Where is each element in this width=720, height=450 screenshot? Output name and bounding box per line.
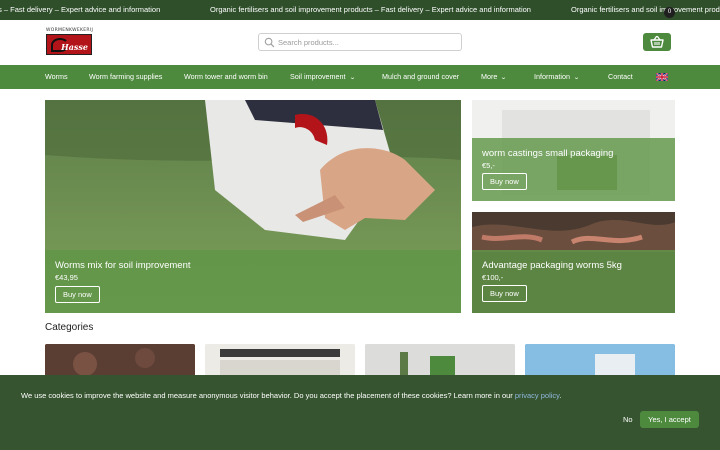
chevron-down-icon: ⌄ — [348, 75, 356, 81]
search-box — [258, 33, 462, 51]
buy-now-button[interactable]: Buy now — [482, 173, 527, 190]
privacy-policy-link[interactable]: privacy policy — [515, 391, 559, 400]
logo-emblem: Hasse — [46, 34, 92, 55]
card-price: €100,- — [482, 273, 504, 282]
basket-icon — [650, 35, 664, 48]
cart-count-badge: 0 — [664, 7, 675, 18]
search-icon — [264, 37, 275, 48]
featured-card-worms-mix[interactable]: Worms mix for soil improvement €43,95 Bu… — [45, 100, 461, 313]
nav-item-worms[interactable]: Worms — [45, 72, 68, 81]
cookie-text: We use cookies to improve the website an… — [21, 391, 515, 400]
nav-label: Contact — [608, 72, 633, 81]
featured-card-worm-castings[interactable]: worm castings small packaging €5,- Buy n… — [472, 100, 675, 201]
site-header: WORMENKWEKERIJ Hasse — [0, 20, 720, 65]
nav-item-worm-tower[interactable]: Worm tower and worm bin — [184, 72, 268, 81]
cookie-accept-button[interactable]: Yes, I accept — [640, 411, 699, 428]
cookie-message: We use cookies to improve the website an… — [21, 391, 561, 400]
featured-card-worms-5kg[interactable]: Advantage packaging worms 5kg €100,- Buy… — [472, 212, 675, 313]
card-price: €43,95 — [55, 273, 78, 282]
nav-label: Worms — [45, 72, 68, 81]
card-title: Worms mix for soil improvement — [55, 260, 191, 271]
cookie-decline-button[interactable]: No — [623, 415, 633, 424]
cookie-banner: We use cookies to improve the website an… — [0, 375, 720, 450]
nav-label: Information — [534, 72, 570, 81]
nav-item-worm-farming-supplies[interactable]: Worm farming supplies — [89, 72, 162, 81]
cart-button[interactable] — [643, 33, 671, 51]
nav-label: More — [481, 72, 498, 81]
card-title: Advantage packaging worms 5kg — [482, 260, 622, 271]
nav-label: Worm farming supplies — [89, 72, 163, 81]
uk-flag-icon[interactable] — [656, 73, 668, 81]
nav-item-more[interactable]: More ⌄ — [481, 72, 508, 81]
chevron-down-icon: ⌄ — [573, 75, 580, 81]
ticker-text-3: Organic fertilisers and soil improvement… — [571, 5, 720, 14]
nav-label: Mulch and ground cover — [382, 72, 460, 81]
search-input[interactable] — [278, 35, 458, 49]
ticker-text-2: Organic fertilisers and soil improvement… — [210, 5, 531, 14]
ticker-text-1: ts – Fast delivery – Expert advice and i… — [0, 5, 161, 14]
buy-now-button[interactable]: Buy now — [482, 285, 527, 302]
cookie-text-end: . — [559, 391, 562, 400]
main-nav: Worms Worm farming supplies Worm tower a… — [0, 65, 720, 89]
nav-label: Worm tower and worm bin — [184, 72, 268, 81]
announcement-ticker: ts – Fast delivery – Expert advice and i… — [0, 0, 720, 20]
card-title: worm castings small packaging — [482, 148, 614, 159]
card-price: €5,- — [482, 161, 495, 170]
nav-item-soil-improvement[interactable]: Soil improvement ⌄ — [290, 72, 355, 81]
nav-label: Soil improvement — [290, 72, 346, 81]
nav-item-contact[interactable]: Contact — [608, 72, 633, 81]
nav-item-information[interactable]: Information ⌄ — [534, 72, 580, 81]
categories-heading: Categories — [45, 322, 94, 333]
site-logo[interactable]: WORMENKWEKERIJ Hasse — [46, 28, 94, 55]
nav-item-mulch[interactable]: Mulch and ground cover — [382, 72, 459, 81]
logo-wordmark: WORMENKWEKERIJ — [46, 28, 94, 33]
buy-now-button[interactable]: Buy now — [55, 286, 100, 303]
chevron-down-icon: ⌄ — [500, 75, 508, 81]
